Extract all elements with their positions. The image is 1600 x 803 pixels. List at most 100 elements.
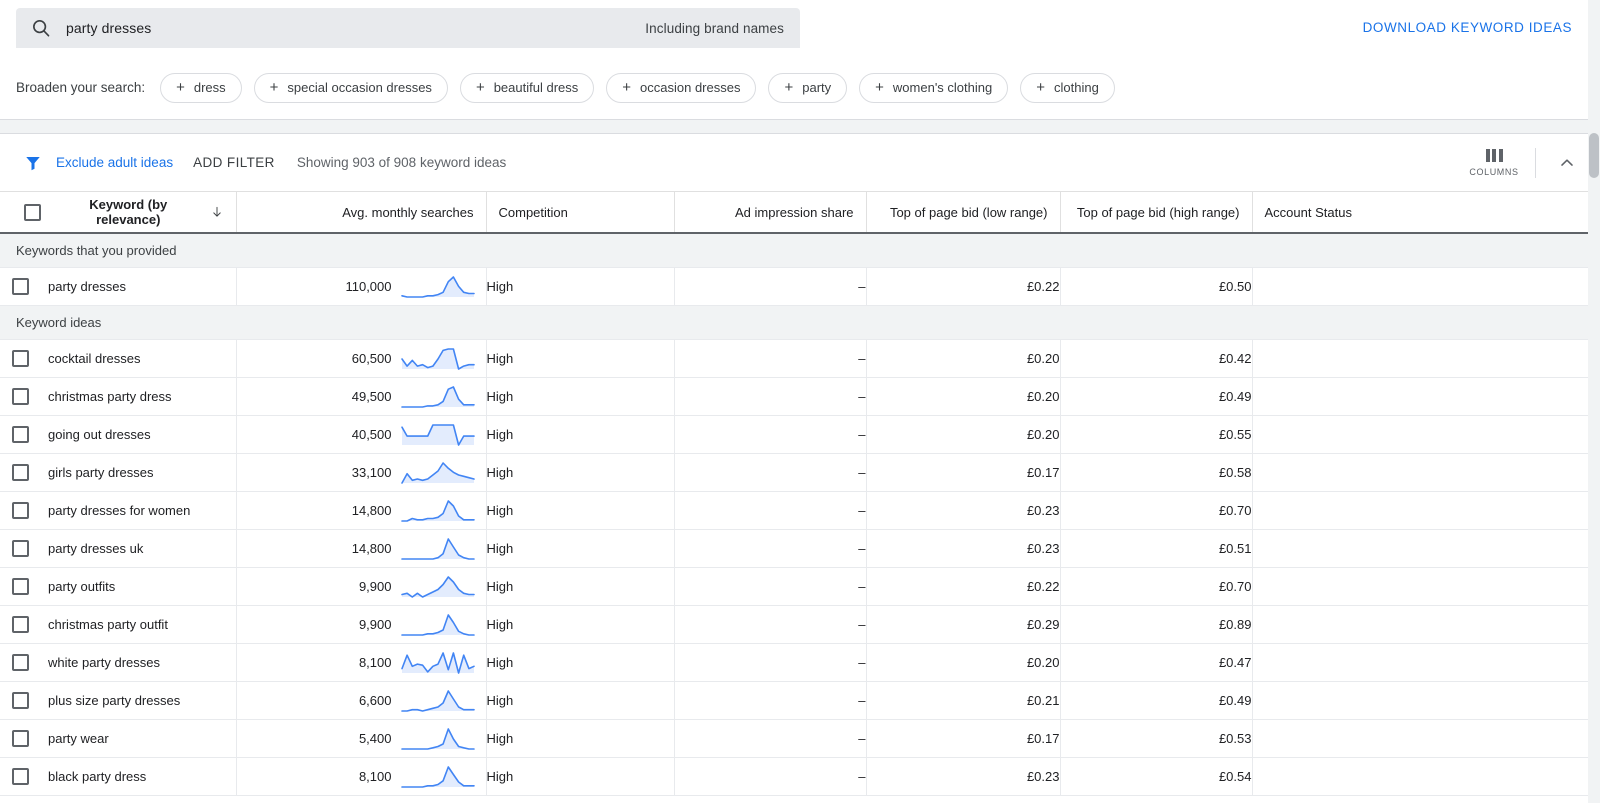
column-header-top-of-page-bid-high[interactable]: Top of page bid (high range): [1060, 192, 1253, 234]
broaden-chip-special-occasion-dresses[interactable]: + special occasion dresses: [253, 72, 448, 103]
cell-account-status: [1252, 757, 1588, 796]
table-row[interactable]: party dresses uk 14,800 High – £0.23 £0.51: [0, 529, 1588, 568]
plus-icon: +: [622, 79, 632, 96]
keyword-text: plus size party dresses: [48, 692, 181, 708]
table-row[interactable]: christmas party dress 49,500 High – £0.20 £0.…: [0, 377, 1588, 416]
table-row[interactable]: christmas party outfit 9,900 High – £0.29 £0.…: [0, 605, 1588, 644]
keyword-text: party outfits: [48, 578, 116, 594]
add-filter-button[interactable]: ADD FILTER: [193, 155, 275, 170]
cell-ad-impression-share: –: [674, 453, 867, 492]
cell-avg-monthly-searches: 9,900: [236, 605, 487, 644]
cell-account-status: [1252, 605, 1588, 644]
cell-account-status: [1252, 267, 1588, 306]
sort-descending-icon[interactable]: [210, 205, 224, 219]
row-select-checkbox[interactable]: [12, 767, 29, 785]
cell-bid-low: £0.23: [866, 491, 1061, 530]
row-select-checkbox[interactable]: [12, 349, 29, 367]
table-row[interactable]: party dresses 110,000 High – £0.22 £0.50: [0, 267, 1588, 306]
cell-keyword: girls party dresses: [0, 453, 237, 492]
table-row[interactable]: party outfits 9,900 High – £0.22 £0.70: [0, 567, 1588, 606]
column-header-label: Top of page bid (low range): [889, 204, 1048, 220]
cell-account-status: [1252, 491, 1588, 530]
cell-bid-low: £0.20: [866, 339, 1061, 378]
row-select-checkbox[interactable]: [12, 615, 29, 633]
search-volume-sparkline: [400, 386, 475, 408]
cell-bid-high: £0.70: [1060, 491, 1253, 530]
cell-account-status: [1252, 567, 1588, 606]
cell-keyword: party dresses: [0, 267, 237, 306]
keyword-search-box[interactable]: party dresses Including brand names: [16, 8, 800, 48]
broaden-chip-beautiful-dress[interactable]: + beautiful dress: [459, 72, 595, 103]
exclude-adult-ideas-link[interactable]: Exclude adult ideas: [56, 155, 173, 170]
column-header-top-of-page-bid-low[interactable]: Top of page bid (low range): [866, 192, 1061, 234]
cell-competition: High: [486, 415, 675, 454]
select-all-checkbox[interactable]: [24, 203, 41, 221]
row-select-checkbox[interactable]: [12, 387, 29, 405]
avg-monthly-searches-value: 6,600: [358, 692, 392, 708]
table-row[interactable]: cocktail dresses 60,500 High – £0.20 £0.42: [0, 339, 1588, 378]
table-row[interactable]: party wear 5,400 High – £0.17 £0.53: [0, 719, 1588, 758]
row-select-checkbox[interactable]: [12, 425, 29, 443]
column-header-competition[interactable]: Competition: [486, 192, 675, 234]
cell-bid-high: £0.47: [1060, 643, 1253, 682]
search-volume-sparkline: [400, 348, 475, 370]
broaden-chip-party[interactable]: + party: [768, 72, 848, 103]
row-select-checkbox[interactable]: [12, 539, 29, 557]
avg-monthly-searches-value: 5,400: [358, 730, 392, 746]
row-select-checkbox[interactable]: [12, 729, 29, 747]
cell-bid-low: £0.23: [866, 757, 1061, 796]
collapse-panel-button[interactable]: [1552, 148, 1582, 178]
search-volume-sparkline: [400, 500, 475, 522]
search-icon: [33, 20, 50, 37]
table-row[interactable]: party dresses for women 14,800 High – £0.23 £…: [0, 491, 1588, 530]
broaden-chip-dress[interactable]: + dress: [160, 72, 242, 103]
section-divider: [0, 120, 1600, 134]
cell-bid-high: £0.54: [1060, 757, 1253, 796]
table-row[interactable]: black party dress 8,100 High – £0.23 £0.54: [0, 757, 1588, 796]
search-volume-sparkline: [400, 424, 475, 446]
cell-keyword: christmas party outfit: [0, 605, 237, 644]
cell-competition: High: [486, 605, 675, 644]
table-row[interactable]: plus size party dresses 6,600 High – £0.21 £0…: [0, 681, 1588, 720]
vertical-scrollbar-track[interactable]: [1588, 0, 1600, 803]
column-header-ad-impression-share[interactable]: Ad impression share: [674, 192, 867, 234]
row-select-checkbox[interactable]: [12, 577, 29, 595]
chip-label: party: [802, 80, 832, 95]
table-row[interactable]: going out dresses 40,500 High – £0.20 £0.55: [0, 415, 1588, 454]
cell-bid-low: £0.21: [866, 681, 1061, 720]
cell-competition: High: [486, 529, 675, 568]
toolbar-divider: [1535, 148, 1536, 178]
table-header: Keyword (by relevance) Avg. monthly sear…: [0, 192, 1588, 234]
vertical-scrollbar-thumb[interactable]: [1589, 133, 1599, 178]
table-row[interactable]: white party dresses 8,100 High – £0.20 £0.47: [0, 643, 1588, 682]
cell-bid-low: £0.22: [866, 567, 1061, 606]
row-select-checkbox[interactable]: [12, 691, 29, 709]
column-header-account-status[interactable]: Account Status: [1252, 192, 1588, 234]
cell-competition: High: [486, 719, 675, 758]
cell-account-status: [1252, 339, 1588, 378]
row-select-checkbox[interactable]: [12, 277, 29, 295]
search-input[interactable]: party dresses: [66, 20, 645, 36]
keyword-text: going out dresses: [48, 426, 151, 442]
filter-bar-actions: COLUMNS: [1461, 134, 1582, 192]
columns-button[interactable]: COLUMNS: [1461, 149, 1527, 177]
column-header-avg-monthly-searches[interactable]: Avg. monthly searches: [236, 192, 487, 234]
cell-bid-high: £0.49: [1060, 681, 1253, 720]
broaden-chip-womens-clothing[interactable]: + women's clothing: [859, 72, 1009, 103]
cell-keyword: christmas party dress: [0, 377, 237, 416]
download-keyword-ideas-button[interactable]: DOWNLOAD KEYWORD IDEAS: [1363, 20, 1572, 35]
keyword-text: party wear: [48, 730, 109, 746]
chip-label: women's clothing: [892, 80, 993, 95]
row-select-checkbox[interactable]: [12, 501, 29, 519]
row-select-checkbox[interactable]: [12, 463, 29, 481]
search-volume-sparkline: [400, 462, 475, 484]
avg-monthly-searches-value: 9,900: [358, 578, 392, 594]
table-row[interactable]: girls party dresses 33,100 High – £0.17 £0.58: [0, 453, 1588, 492]
column-header-keyword[interactable]: Keyword (by relevance): [0, 192, 237, 234]
cell-avg-monthly-searches: 110,000: [236, 267, 487, 306]
cell-avg-monthly-searches: 8,100: [236, 757, 487, 796]
broaden-chip-clothing[interactable]: + clothing: [1020, 72, 1115, 103]
filter-funnel-icon[interactable]: [24, 154, 42, 172]
row-select-checkbox[interactable]: [12, 653, 29, 671]
broaden-chip-occasion-dresses[interactable]: + occasion dresses: [606, 72, 757, 103]
